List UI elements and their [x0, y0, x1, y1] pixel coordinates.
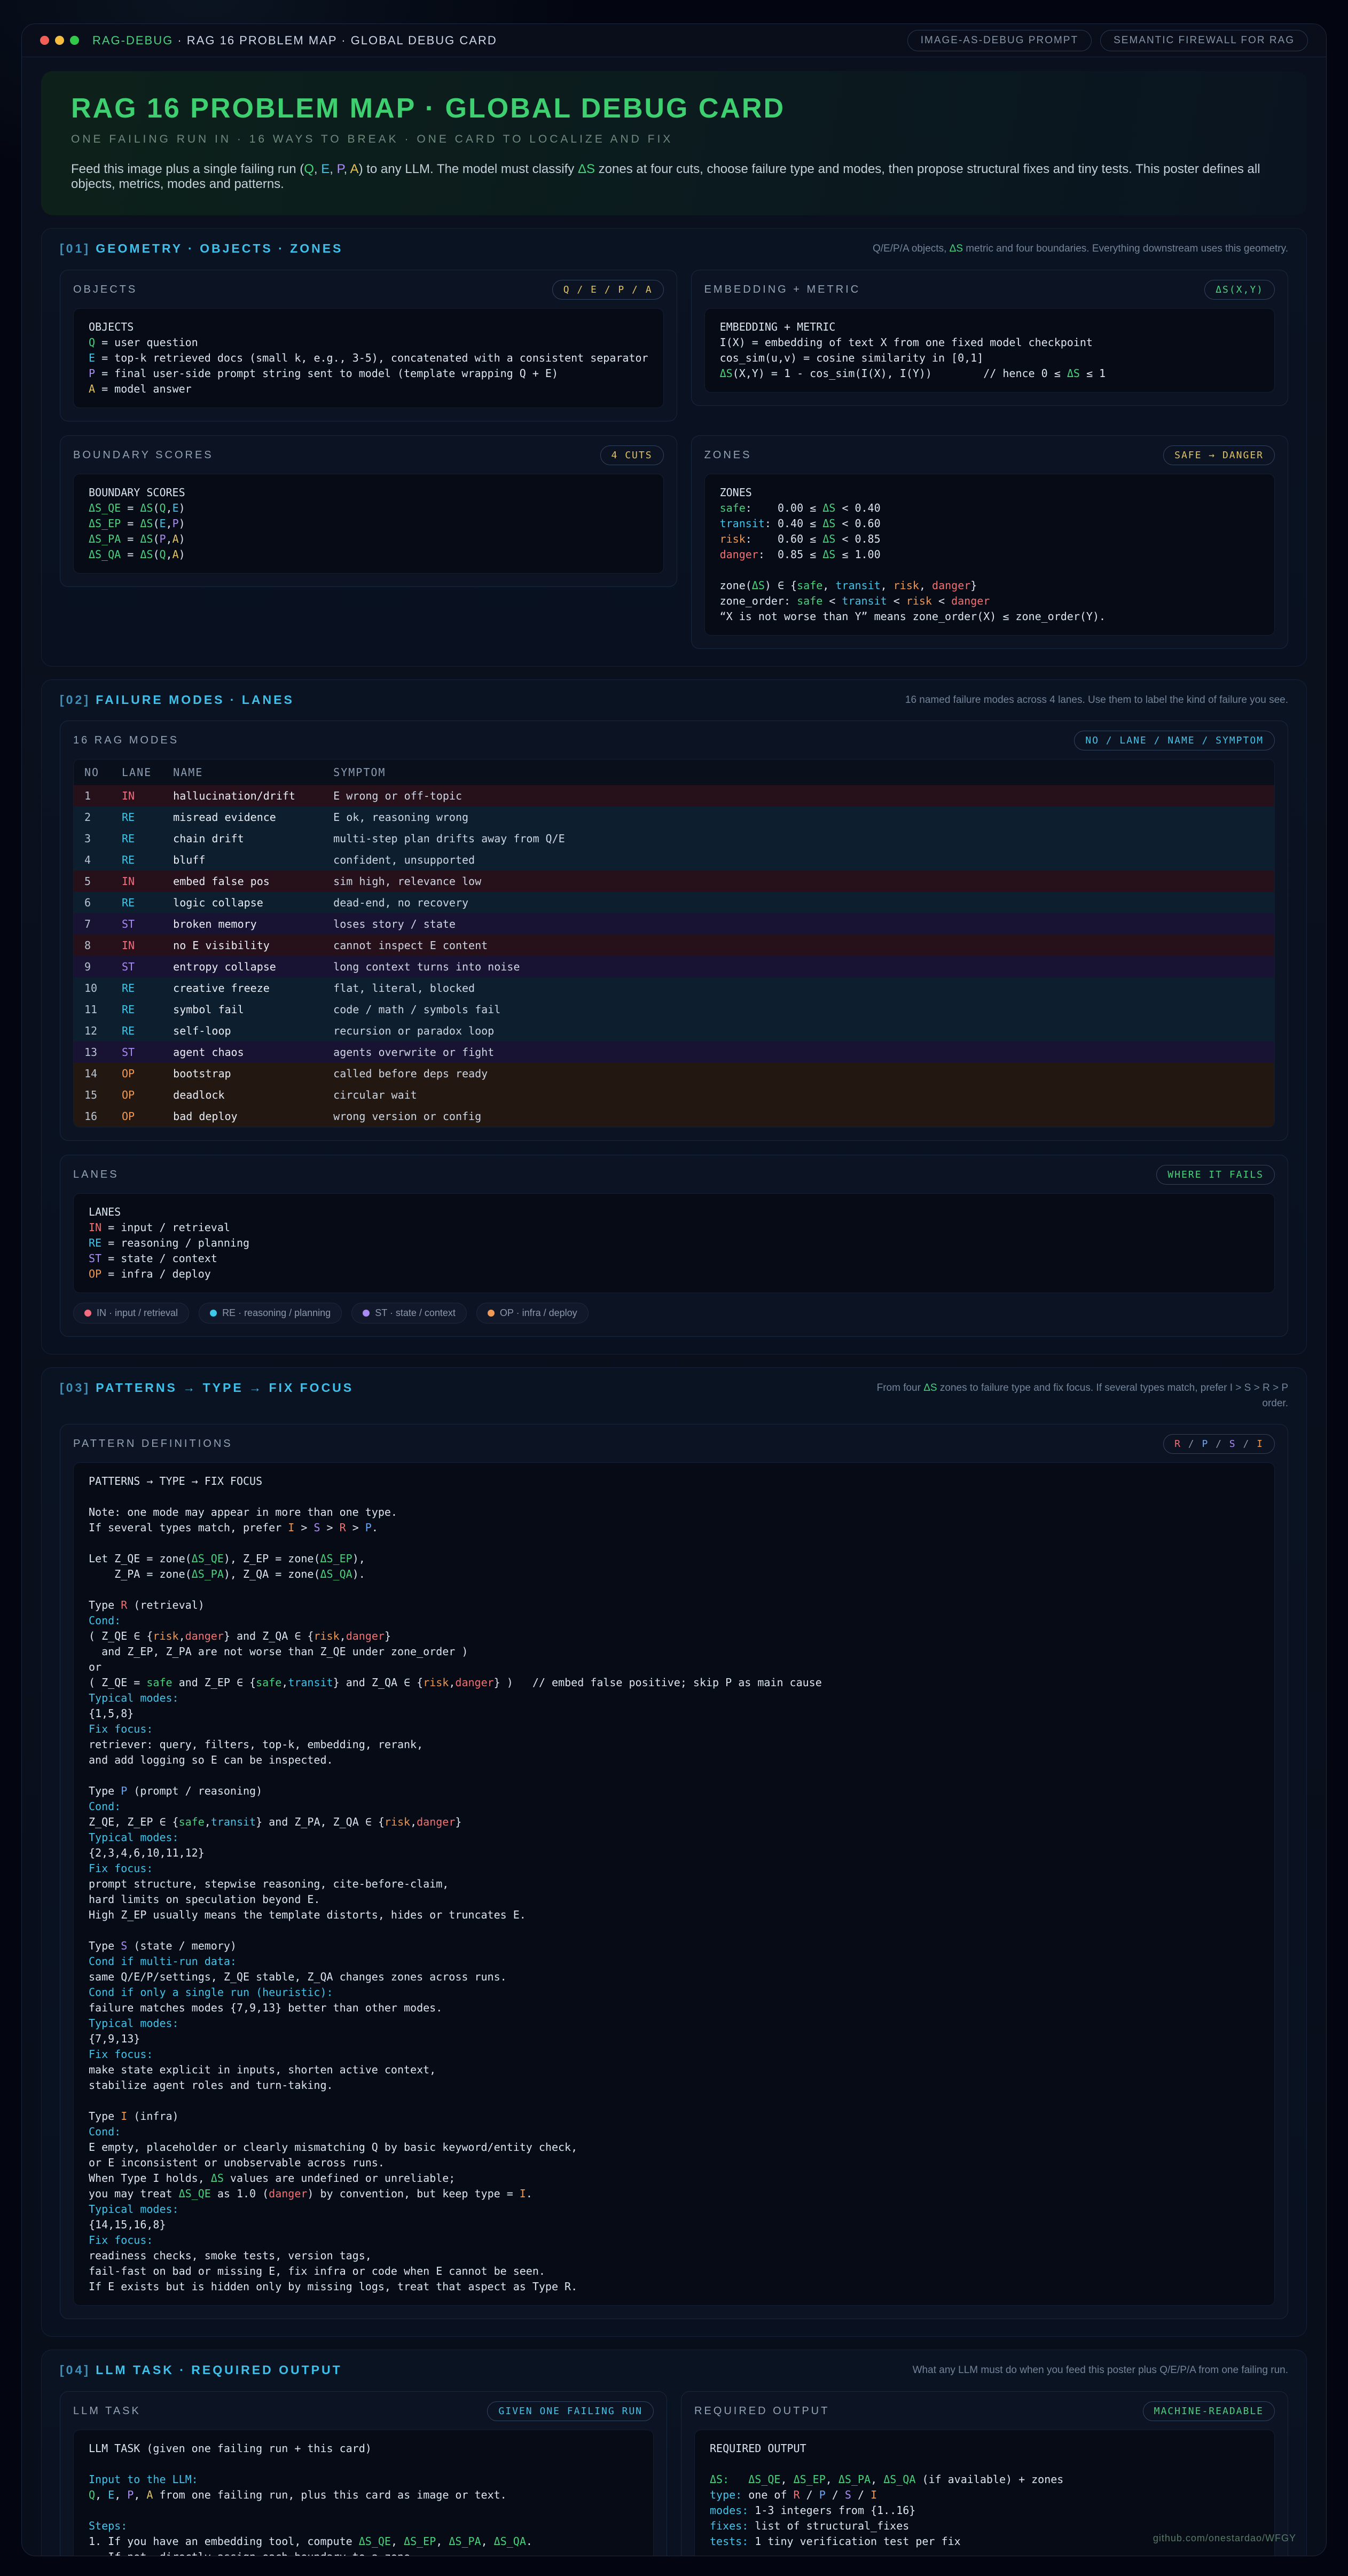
badge-embedding: ΔS(X,Y): [1204, 280, 1275, 300]
panel-boundary-scores: BOUNDARY SCORES 4 CUTS BOUNDARY SCORESΔS…: [60, 435, 677, 587]
badge-patterns: R / P / S / I: [1163, 1434, 1275, 1454]
intro-paragraph: Feed this image plus a single failing ru…: [71, 162, 1277, 192]
table-row: 9STentropy collapselong context turns in…: [74, 956, 1274, 977]
panel-zones: ZONES SAFE → DANGER ZONESsafe: 0.00 ≤ ΔS…: [691, 435, 1288, 649]
table-row: 4REbluffconfident, unsupported: [74, 849, 1274, 871]
section-title-failure-modes: [02] FAILURE MODES · LANES: [60, 693, 294, 707]
table-row: 15OPdeadlockcircular wait: [74, 1084, 1274, 1106]
section-note-failure-modes: 16 named failure modes across 4 lanes. U…: [905, 693, 1288, 708]
panel-label-embedding: EMBEDDING + METRIC: [704, 284, 861, 296]
panel-llm-task: LLM TASK GIVEN ONE FAILING RUN LLM TASK …: [60, 2391, 667, 2557]
table-row: 7STbroken memoryloses story / state: [74, 913, 1274, 935]
lane-dot-icon: [363, 1310, 370, 1317]
panel-rag-modes: 16 RAG MODES NO / LANE / NAME / SYMPTOM …: [60, 721, 1288, 1141]
hero-banner: RAG 16 PROBLEM MAP · GLOBAL DEBUG CARD O…: [41, 71, 1307, 215]
lanes-code: LANESIN = input / retrievalRE = reasonin…: [73, 1193, 1275, 1293]
panel-lanes: LANES WHERE IT FAILS LANESIN = input / r…: [60, 1155, 1288, 1337]
patterns-code: PATTERNS → TYPE → FIX FOCUS Note: one mo…: [73, 1462, 1275, 2306]
column-header-no: NO: [74, 760, 111, 785]
panel-pattern-definitions: PATTERN DEFINITIONS R / P / S / I PATTER…: [60, 1424, 1288, 2319]
table-row: 11REsymbol failcode / math / symbols fai…: [74, 999, 1274, 1020]
card-body: RAG 16 PROBLEM MAP · GLOBAL DEBUG CARD O…: [22, 57, 1326, 2556]
section-llm-task: [04] LLM TASK · REQUIRED OUTPUT What any…: [41, 2350, 1307, 2556]
lane-dot-icon: [84, 1310, 91, 1317]
badge-llm-task: GIVEN ONE FAILING RUN: [487, 2401, 654, 2421]
table-row: 6RElogic collapsedead-end, no recovery: [74, 892, 1274, 913]
panel-label-boundary: BOUNDARY SCORES: [73, 449, 214, 461]
table-row: 13STagent chaosagents overwrite or fight: [74, 1042, 1274, 1063]
panel-label-llm-task: LLM TASK: [73, 2405, 141, 2417]
badge-zones: SAFE → DANGER: [1163, 445, 1275, 465]
lane-dot-icon: [488, 1310, 495, 1317]
section-patterns: [03] PATTERNS → TYPE → FIX FOCUS From fo…: [41, 1367, 1307, 2337]
zones-code: ZONESsafe: 0.00 ≤ ΔS < 0.40transit: 0.40…: [704, 474, 1275, 636]
page: RAG-DEBUG · RAG 16 PROBLEM MAP · GLOBAL …: [0, 0, 1348, 2576]
page-subtitle: ONE FAILING RUN IN · 16 WAYS TO BREAK · …: [71, 133, 1277, 146]
section-note-llm-task: What any LLM must do when you feed this …: [913, 2363, 1288, 2378]
column-header-lane: LANE: [111, 760, 162, 785]
embedding-code: EMBEDDING + METRICI(X) = embedding of te…: [704, 308, 1275, 393]
section-note-patterns: From four ΔS zones to failure type and f…: [861, 1381, 1288, 1411]
footer-url: github.com/onestardao/WFGY: [1153, 2533, 1296, 2544]
modes-table: NO LANE NAME SYMPTOM 1INhallucination/dr…: [73, 759, 1275, 1128]
section-geometry: [01] GEOMETRY · OBJECTS · ZONES Q/E/P/A …: [41, 228, 1307, 667]
titlebar: RAG-DEBUG · RAG 16 PROBLEM MAP · GLOBAL …: [22, 24, 1326, 57]
table-row: 14OPbootstrapcalled before deps ready: [74, 1063, 1274, 1084]
badge-required-output: MACHINE-READABLE: [1143, 2401, 1275, 2421]
panel-label-lanes: LANES: [73, 1169, 119, 1181]
lane-legend-chip: OP · infra / deploy: [476, 1303, 589, 1324]
panel-label-required-output: REQUIRED OUTPUT: [694, 2405, 829, 2417]
window-title: RAG-DEBUG · RAG 16 PROBLEM MAP · GLOBAL …: [92, 34, 497, 48]
debug-card-window: RAG-DEBUG · RAG 16 PROBLEM MAP · GLOBAL …: [21, 24, 1327, 2556]
column-header-name: NAME: [162, 760, 323, 785]
panel-label-zones: ZONES: [704, 449, 752, 461]
page-title: RAG 16 PROBLEM MAP · GLOBAL DEBUG CARD: [71, 92, 1277, 124]
lane-dot-icon: [210, 1310, 217, 1317]
table-row: 5INembed false possim high, relevance lo…: [74, 871, 1274, 892]
lane-legend-chip: ST · state / context: [351, 1303, 467, 1324]
section-title-geometry: [01] GEOMETRY · OBJECTS · ZONES: [60, 241, 343, 256]
panel-required-output: REQUIRED OUTPUT MACHINE-READABLE REQUIRE…: [681, 2391, 1288, 2557]
section-failure-modes: [02] FAILURE MODES · LANES 16 named fail…: [41, 679, 1307, 1355]
panel-embedding-metric: EMBEDDING + METRIC ΔS(X,Y) EMBEDDING + M…: [691, 270, 1288, 406]
panel-label-objects: OBJECTS: [73, 284, 137, 296]
panel-objects: OBJECTS Q / E / P / A OBJECTSQ = user qu…: [60, 270, 677, 421]
badge-objects: Q / E / P / A: [552, 280, 664, 300]
badge-lanes: WHERE IT FAILS: [1156, 1165, 1275, 1185]
boundary-code: BOUNDARY SCORESΔS_QE = ΔS(Q,E)ΔS_EP = ΔS…: [73, 474, 664, 574]
table-row: 12REself-looprecursion or paradox loop: [74, 1020, 1274, 1042]
badge-rag-modes: NO / LANE / NAME / SYMPTOM: [1074, 731, 1275, 750]
objects-code: OBJECTSQ = user questionE = top-k retrie…: [73, 308, 664, 408]
badge-boundary: 4 CUTS: [600, 445, 664, 465]
window-close-icon[interactable]: [40, 36, 49, 45]
modes-table-header: NO LANE NAME SYMPTOM: [74, 760, 1274, 785]
header-tag-semantic-firewall: SEMANTIC FIREWALL FOR RAG: [1100, 30, 1308, 51]
section-note-geometry: Q/E/P/A objects, ΔS metric and four boun…: [873, 241, 1288, 257]
section-title-llm-task: [04] LLM TASK · REQUIRED OUTPUT: [60, 2363, 342, 2377]
lane-legend-chip: RE · reasoning / planning: [199, 1303, 342, 1324]
window-minimize-icon[interactable]: [55, 36, 64, 45]
table-row: 1INhallucination/driftE wrong or off-top…: [74, 785, 1274, 807]
panel-label-rag-modes: 16 RAG MODES: [73, 734, 179, 747]
table-row: 16OPbad deploywrong version or config: [74, 1106, 1274, 1127]
table-row: 2REmisread evidenceE ok, reasoning wrong: [74, 807, 1274, 828]
llm-task-code: LLM TASK (given one failing run + this c…: [73, 2430, 654, 2557]
section-title-patterns: [03] PATTERNS → TYPE → FIX FOCUS: [60, 1381, 354, 1395]
table-row: 10REcreative freezeflat, literal, blocke…: [74, 977, 1274, 999]
column-header-symptom: SYMPTOM: [323, 760, 1274, 785]
panel-label-patterns: PATTERN DEFINITIONS: [73, 1438, 233, 1450]
lane-legend-chip: IN · input / retrieval: [73, 1303, 189, 1324]
table-row: 3REchain driftmulti-step plan drifts awa…: [74, 828, 1274, 849]
table-row: 8INno E visibilitycannot inspect E conte…: [74, 935, 1274, 956]
header-tag-image-as-debug-prompt: IMAGE-AS-DEBUG PROMPT: [907, 30, 1092, 51]
window-zoom-icon[interactable]: [70, 36, 79, 45]
lane-legend: IN · input / retrieval RE · reasoning / p…: [73, 1303, 1275, 1324]
